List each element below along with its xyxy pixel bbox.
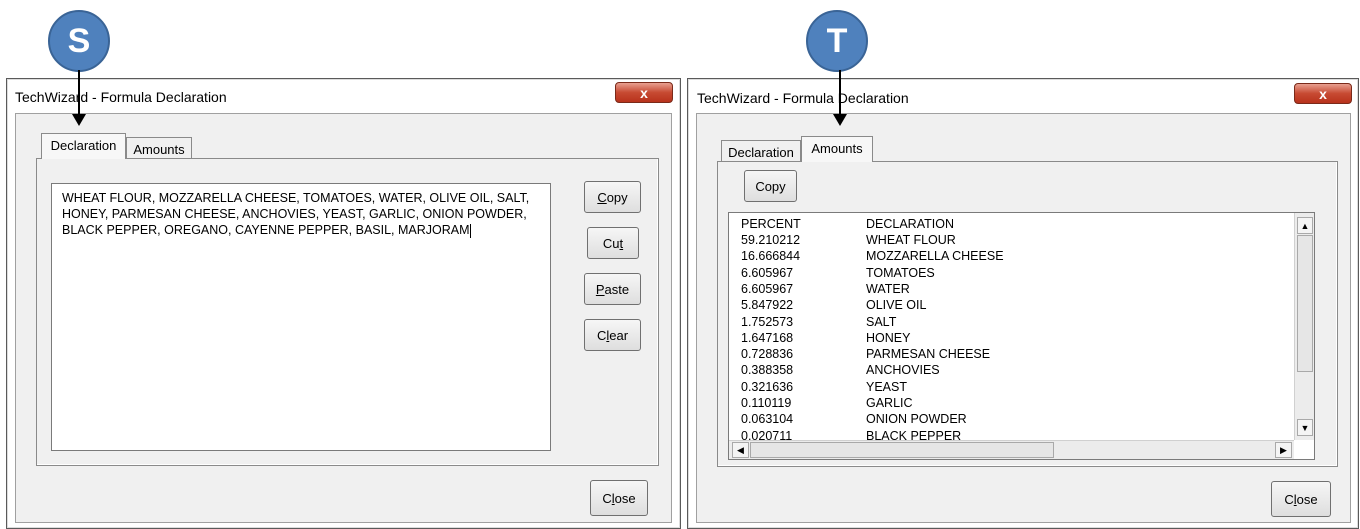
scroll-right-arrow-icon[interactable]: ▶ [1275,442,1292,458]
ingredient-name: WATER [866,281,910,296]
percent-value: 1.647168 [741,330,794,345]
paste-button[interactable]: Paste [584,273,641,305]
ingredient-name: OLIVE OIL [866,298,927,313]
left-client-area: Declaration Amounts WHEAT FLOUR, MOZZARE… [15,113,672,523]
left-window-title: TechWizard - Formula Declaration [15,89,227,105]
ingredient-name: TOMATOES [866,265,935,280]
text-cursor [469,223,471,238]
percent-column-header: PERCENT [741,217,801,231]
amounts-listbox[interactable]: PERCENT DECLARATION 59.210212 WHEAT FLOUR… [728,212,1315,460]
percent-value: 59.210212 [741,233,801,247]
right-client-area: Declaration Amounts Copy PERCENT DECLARA… [696,113,1351,523]
declaration-tab-panel: WHEAT FLOUR, MOZZARELLA CHEESE, TOMATOES… [36,158,659,466]
ingredient-name: ANCHOVIES [866,363,940,378]
percent-value: 5.847922 [741,298,794,313]
vertical-scroll-thumb[interactable] [1297,235,1313,372]
ingredient-name: PARMESAN CHEESE [866,347,991,362]
right-dialog-window: TechWizard - Formula Declaration x Decla… [687,78,1359,529]
right-window-title: TechWizard - Formula Declaration [697,90,909,106]
declaration-column-header: DECLARATION [866,217,954,231]
percent-value: 0.321636 [741,379,794,394]
cut-button[interactable]: Cu t [587,227,639,259]
ingredient-name: GARLIC [866,396,913,410]
marker-t-arrow-icon [833,70,847,126]
marker-s-badge: S [48,10,110,72]
declaration-textarea[interactable]: WHEAT FLOUR, MOZZARELLA CHEESE, TOMATOES… [51,183,551,451]
horizontal-scrollbar[interactable]: ◀ ▶ [729,440,1294,459]
right-title-bar[interactable]: TechWizard - Formula Declaration x [688,79,1358,113]
horizontal-scroll-thumb[interactable] [750,442,1054,458]
percent-value: 0.388358 [741,363,794,378]
ingredient-name: HONEY [866,330,911,345]
left-dialog-window: TechWizard - Formula Declaration x Decla… [6,78,681,529]
marker-t-badge: T [806,10,868,72]
amounts-copy-button[interactable]: Copy [744,170,797,202]
left-close-window-icon[interactable]: x [615,82,673,103]
close-button[interactable]: Cl ose [590,480,648,516]
amounts-tab-panel: Copy PERCENT DECLARATION 59.210212 WHEAT … [717,161,1338,467]
scroll-down-arrow-icon[interactable]: ▼ [1297,419,1313,436]
ingredient-name: MOZZARELLA CHEESE [866,249,1004,264]
tab-declaration[interactable]: Declaration [721,140,801,162]
vertical-scrollbar[interactable]: ▲ ▼ [1294,213,1314,440]
percent-value: 0.728836 [741,347,794,362]
percent-value: 0.110119 [741,396,792,410]
percent-value: 16.666844 [741,249,801,264]
tab-amounts[interactable]: Amounts [126,137,192,159]
ingredient-name: ONION POWDER [866,412,967,427]
marker-s-arrow-icon [72,70,86,126]
ingredient-name: WHEAT FLOUR [866,233,956,247]
tab-amounts[interactable]: Amounts [801,136,873,162]
left-title-bar[interactable]: TechWizard - Formula Declaration x [7,79,680,113]
close-button[interactable]: Cl ose [1271,481,1331,517]
percent-value: 6.605967 [741,281,794,296]
copy-button[interactable]: Copy [584,181,641,213]
tab-declaration[interactable]: Declaration [41,133,126,159]
scroll-left-arrow-icon[interactable]: ◀ [732,442,749,458]
clear-button[interactable]: Cl ear [584,319,641,351]
percent-value: 1.752573 [741,314,794,329]
percent-value: 0.063104 [741,412,794,427]
ingredient-name: SALT [866,314,897,329]
percent-value: 6.605967 [741,265,794,280]
right-close-window-icon[interactable]: x [1294,83,1352,104]
ingredient-name: YEAST [866,379,907,394]
scroll-up-arrow-icon[interactable]: ▲ [1297,217,1313,234]
